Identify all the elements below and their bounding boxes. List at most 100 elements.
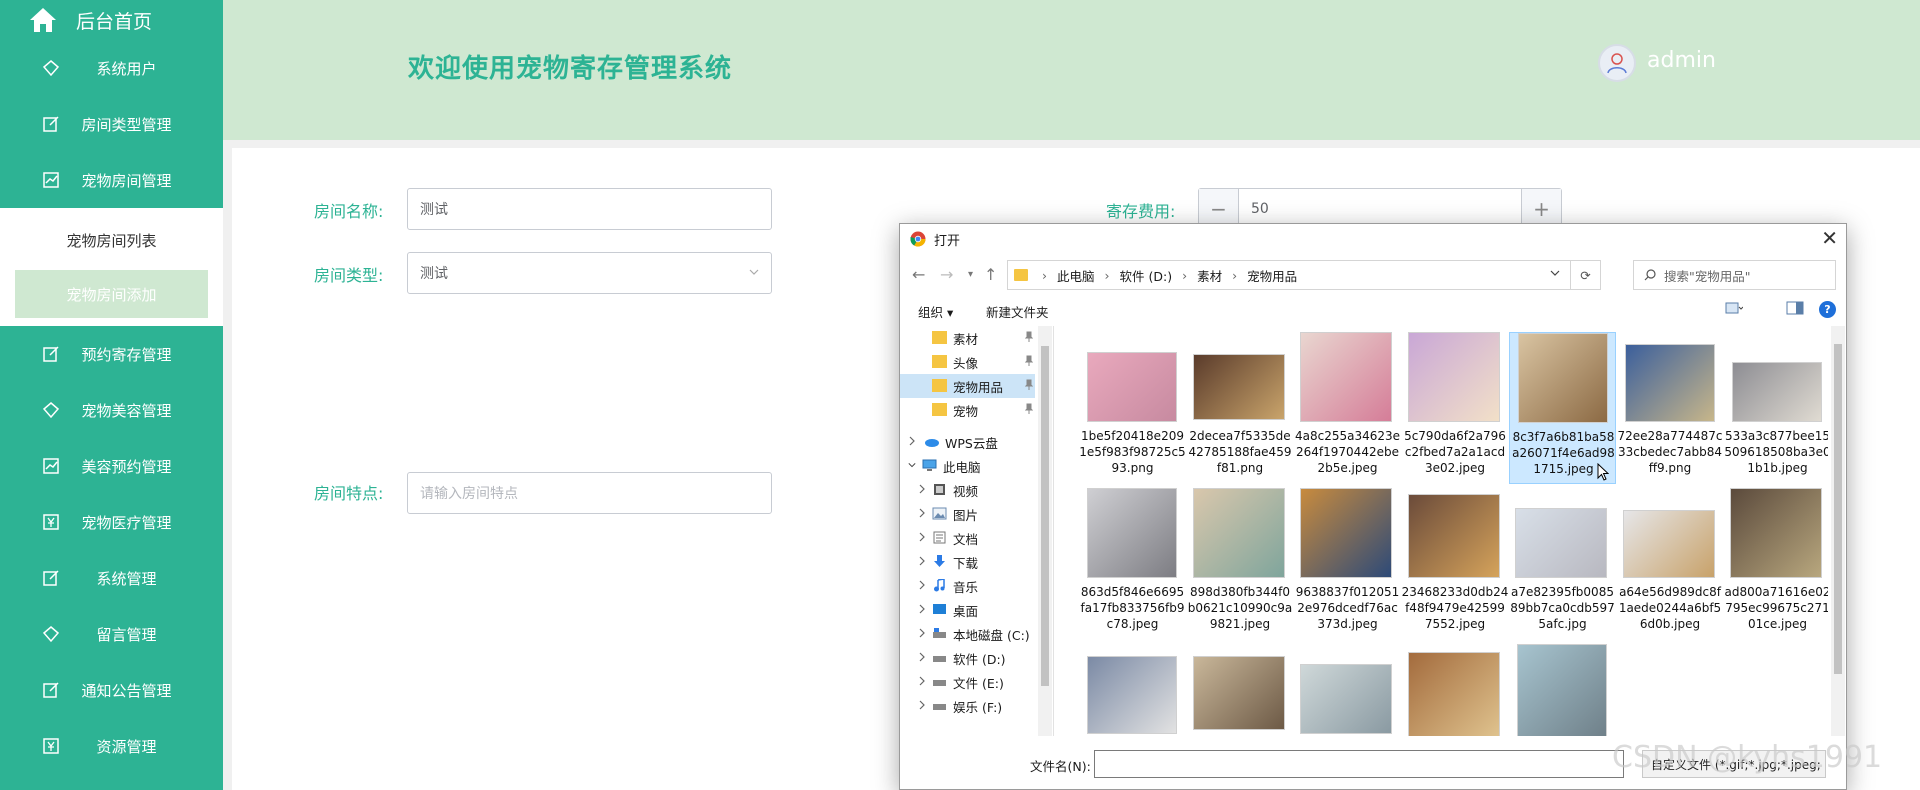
dialog-titlebar[interactable]: 打开 (900, 224, 1846, 254)
nav-item-this-pc[interactable]: 此电脑 (900, 454, 1035, 478)
nav-item-folder[interactable]: 宠物 (900, 398, 1035, 422)
file-item[interactable]: 863d5f846e6695fa17fb833756fb9c78.jpeg (1079, 488, 1186, 640)
back-arrow-icon[interactable]: ← (912, 265, 925, 284)
organize-button[interactable]: 组织 ▾ (918, 302, 953, 321)
diamond-icon (42, 60, 60, 77)
filename-input[interactable] (1094, 750, 1624, 778)
nav-item-music[interactable]: 音乐 (900, 574, 1035, 598)
room-name-input[interactable]: 测试 (407, 188, 772, 230)
pin-icon (1025, 355, 1033, 366)
breadcrumb-separator: › (1104, 267, 1110, 283)
search-input[interactable]: 搜索"宠物用品" (1633, 260, 1836, 290)
image-thumbnail (1407, 494, 1500, 578)
file-open-dialog: 打开 ✕ ← → ▾ ↑ › 此电脑 › 软件 (D:) › 素材 › 宠物用品… (899, 223, 1847, 790)
nav-item-documents[interactable]: 文档 (900, 526, 1035, 550)
sidebar-item-pet-room[interactable]: 宠物房间管理 (0, 152, 223, 208)
file-item[interactable] (1187, 644, 1294, 736)
nav-item-drive-d[interactable]: 软件 (D:) (900, 646, 1035, 670)
recent-chevron-icon[interactable]: ▾ (968, 269, 973, 280)
drive-icon (933, 704, 946, 710)
chevron-right-icon (919, 628, 925, 638)
nav-item-videos[interactable]: 视频 (900, 478, 1035, 502)
help-icon[interactable]: ? (1819, 301, 1836, 318)
nav-scrollbar[interactable] (1038, 326, 1052, 736)
nav-item-folder-selected[interactable]: 宠物用品 (900, 374, 1035, 398)
file-name: ad800a71616e02795ec99675c27101ce.jpeg (1724, 585, 1828, 631)
nav-item-drive-c[interactable]: 本地磁盘 (C:) (900, 622, 1035, 646)
file-item[interactable] (1079, 644, 1186, 736)
up-arrow-icon[interactable]: ↑ (984, 265, 997, 284)
diamond-icon (42, 402, 60, 419)
nav-item-drive-e[interactable]: 文件 (E:) (900, 670, 1035, 694)
image-thumbnail (1300, 332, 1392, 422)
nav-item-folder[interactable]: 头像 (900, 350, 1035, 374)
page-title: 欢迎使用宠物寄存管理系统 (408, 54, 733, 84)
sidebar-item-room-type[interactable]: 房间类型管理 (0, 96, 223, 152)
sidebar-item-system[interactable]: 系统管理 (0, 550, 223, 606)
file-item[interactable] (1294, 644, 1401, 736)
nav-item-drive-f[interactable]: 娱乐 (F:) (900, 694, 1035, 718)
image-thumbnail (1732, 362, 1822, 422)
sidebar-item-grooming-booking[interactable]: 美容预约管理 (0, 438, 223, 494)
file-item[interactable]: ad800a71616e02795ec99675c27101ce.jpeg (1724, 488, 1828, 640)
nav-item-downloads[interactable]: 下载 (900, 550, 1035, 574)
refresh-icon[interactable]: ⟳ (1570, 261, 1600, 289)
file-item[interactable]: 4a8c255a34623e264f1970442ebe2b5e.jpeg (1294, 332, 1401, 484)
breadcrumb-item[interactable]: 宠物用品 (1247, 266, 1297, 285)
grid-scrollbar[interactable] (1831, 326, 1845, 736)
nav-item-pictures[interactable]: 图片 (900, 502, 1035, 526)
file-item[interactable]: 23468233d0db24f48f9479e425997552.jpeg (1402, 488, 1509, 640)
new-folder-button[interactable]: 新建文件夹 (986, 302, 1049, 321)
file-item[interactable] (1402, 644, 1509, 736)
sidebar-item-grooming[interactable]: 宠物美容管理 (0, 382, 223, 438)
sidebar-sub-room-list[interactable]: 宠物房间列表 (15, 216, 208, 264)
file-item[interactable]: a64e56d989dc8f1aede0244a6bf56d0b.jpeg (1617, 488, 1724, 640)
sidebar-item-users[interactable]: 系统用户 (0, 40, 223, 96)
file-item[interactable]: 9638837f0120512e976dcedf76ac373d.jpeg (1294, 488, 1401, 640)
file-item[interactable]: 1be5f20418e2091e5f983f98725c593.png (1079, 332, 1186, 484)
sidebar-item-resources[interactable]: 资源管理 (0, 718, 223, 774)
file-name: a7e82395fb008589bb7ca0cdb5975afc.jpg (1510, 585, 1615, 631)
sidebar: 后台首页 系统用户 房间类型管理 宠物房间管理 宠物房间列表 宠物房间添加 预约… (0, 0, 223, 790)
image-thumbnail (1192, 656, 1285, 730)
grid-scroll-thumb[interactable] (1834, 344, 1842, 674)
breadcrumb-item[interactable]: 软件 (D:) (1120, 266, 1173, 285)
sidebar-home[interactable]: 后台首页 (0, 0, 223, 40)
avatar[interactable] (1598, 44, 1636, 82)
nav-scroll-thumb[interactable] (1041, 346, 1049, 686)
chevron-right-icon (909, 436, 915, 446)
nav-item-folder[interactable]: 素材 (900, 326, 1035, 350)
nav-item-wps-cloud[interactable]: WPS云盘 (900, 430, 1035, 454)
file-name: 9638837f0120512e976dcedf76ac373d.jpeg (1295, 585, 1400, 631)
sidebar-item-booking[interactable]: 预约寄存管理 (0, 326, 223, 382)
nav-item-label: 头像 (953, 355, 979, 371)
dialog-navbar: ← → ▾ ↑ › 此电脑 › 软件 (D:) › 素材 › 宠物用品 ⟳ 搜索… (900, 258, 1846, 292)
file-name: 5c790da6f2a796c2fbed7a2a1acd3e02.jpeg (1404, 429, 1506, 475)
sidebar-item-messages[interactable]: 留言管理 (0, 606, 223, 662)
view-options-icon[interactable] (1725, 301, 1743, 315)
user-name[interactable]: admin (1647, 48, 1716, 73)
file-item[interactable]: 898d380fb344f0b0621c10990c9a9821.jpeg (1187, 488, 1294, 640)
search-icon (1644, 269, 1656, 281)
file-item[interactable]: 533a3c877bee15509618508ba3e01b1b.jpeg (1724, 332, 1828, 484)
file-item[interactable]: a7e82395fb008589bb7ca0cdb5975afc.jpg (1509, 488, 1616, 640)
file-item[interactable] (1509, 644, 1616, 736)
sidebar-item-notices[interactable]: 通知公告管理 (0, 662, 223, 718)
features-input[interactable]: 请输入房间特点 (407, 472, 772, 514)
file-item-selected[interactable]: 8c3f7a6b81ba58a26071f4e6ad981715.jpeg (1509, 332, 1616, 484)
sidebar-item-medical[interactable]: 宠物医疗管理 (0, 494, 223, 550)
file-item[interactable]: 5c790da6f2a796c2fbed7a2a1acd3e02.jpeg (1402, 332, 1509, 484)
file-item[interactable]: 2decea7f5335de42785188fae459f81.png (1187, 332, 1294, 484)
sidebar-sub-room-add[interactable]: 宠物房间添加 (15, 270, 208, 318)
close-icon[interactable]: ✕ (1821, 226, 1838, 250)
file-item[interactable]: 72ee28a774487c33cbedec7abb84ff9.png (1617, 332, 1724, 484)
chevron-down-icon[interactable] (1550, 268, 1560, 278)
sidebar-item-label: 系统管理 (96, 569, 157, 588)
forward-arrow-icon[interactable]: → (940, 265, 953, 284)
preview-pane-icon[interactable] (1786, 301, 1804, 315)
address-bar[interactable]: › 此电脑 › 软件 (D:) › 素材 › 宠物用品 ⟳ (1007, 260, 1601, 290)
breadcrumb-item[interactable]: 素材 (1197, 266, 1222, 285)
room-type-select[interactable]: 测试 (407, 252, 772, 294)
breadcrumb-item[interactable]: 此电脑 (1057, 266, 1095, 285)
nav-item-desktop[interactable]: 桌面 (900, 598, 1035, 622)
